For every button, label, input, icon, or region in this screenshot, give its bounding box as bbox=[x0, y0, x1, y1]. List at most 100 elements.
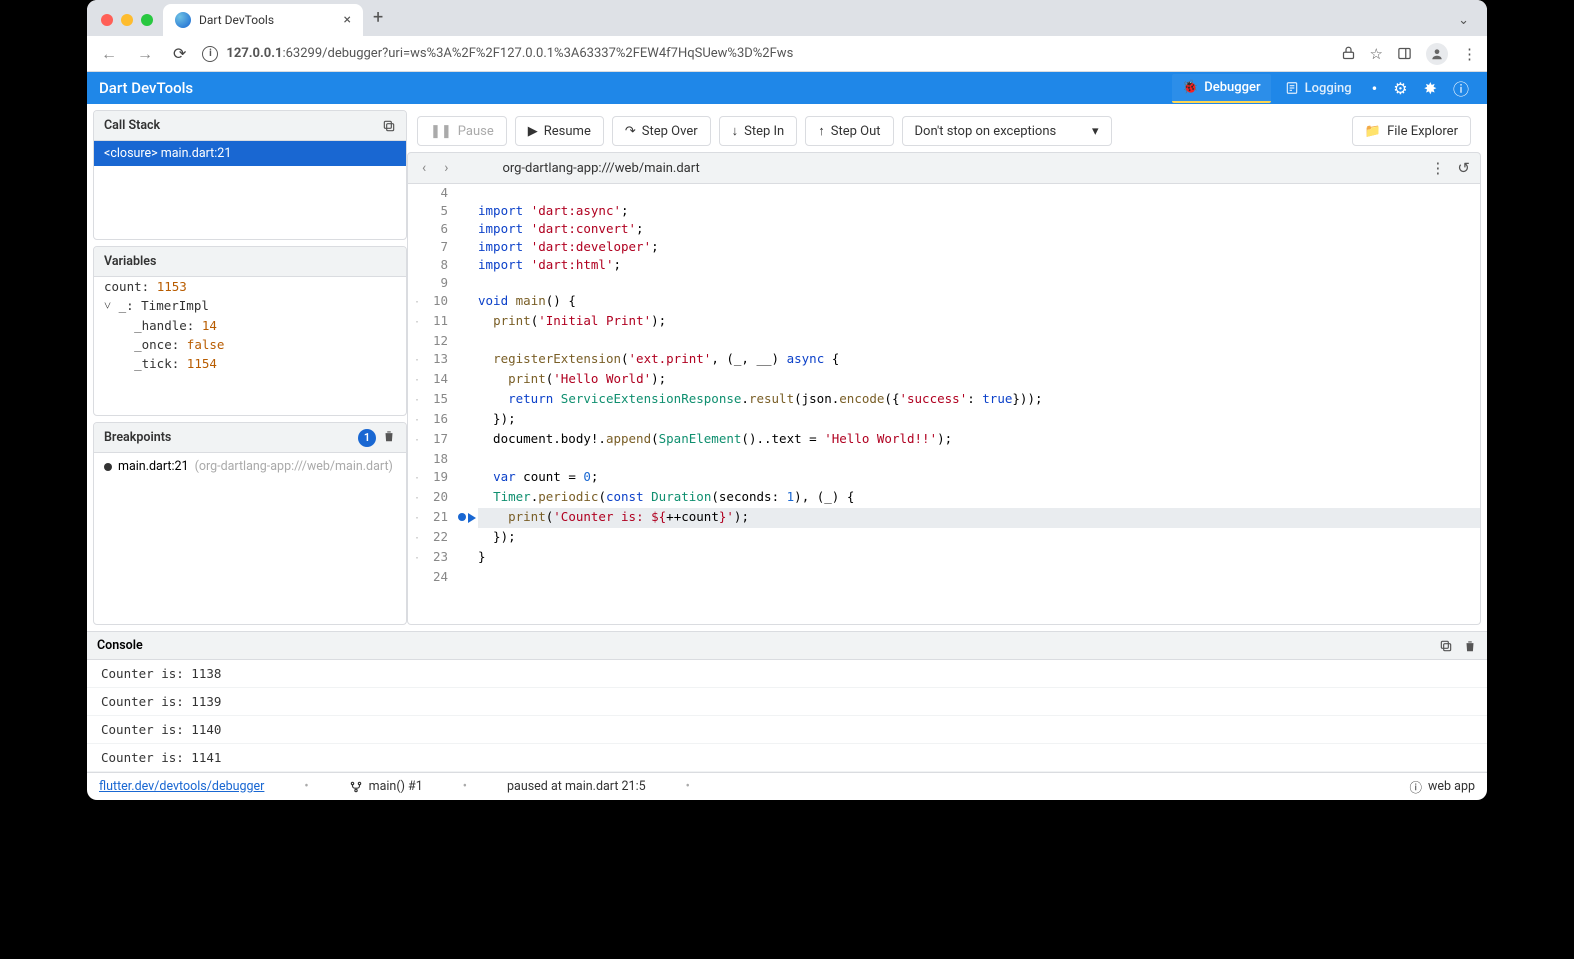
back-button[interactable]: ← bbox=[97, 44, 121, 64]
url-host: 127.0.0.1 bbox=[226, 46, 282, 61]
callstack-header: Call Stack bbox=[104, 118, 160, 133]
bookmark-icon[interactable]: ☆ bbox=[1370, 45, 1383, 63]
window-controls bbox=[95, 14, 163, 36]
console-log-line: Counter is: 1139 bbox=[87, 688, 1487, 716]
tab-title: Dart DevTools bbox=[199, 13, 274, 27]
tab-logging[interactable]: Logging bbox=[1275, 75, 1362, 102]
app-title: Dart DevTools bbox=[99, 79, 193, 97]
breakpoints-header: Breakpoints bbox=[104, 430, 171, 445]
source-line[interactable]: ·17 document.body!.append(SpanElement().… bbox=[408, 430, 1480, 450]
source-line[interactable]: ·14 print('Hello World'); bbox=[408, 370, 1480, 390]
variable-row[interactable]: _once: false bbox=[94, 335, 406, 354]
new-tab-button[interactable]: + bbox=[363, 7, 393, 36]
docs-link[interactable]: flutter.dev/devtools/debugger bbox=[99, 779, 264, 794]
variable-row[interactable]: count: 1153 bbox=[94, 277, 406, 296]
browser-tab[interactable]: Dart DevTools × bbox=[163, 4, 363, 36]
step-over-button[interactable]: ↷Step Over bbox=[612, 116, 711, 146]
reload-button[interactable]: ⟳ bbox=[169, 44, 190, 63]
forward-button[interactable]: → bbox=[133, 44, 157, 64]
variable-row[interactable]: _handle: 14 bbox=[94, 316, 406, 335]
more-icon[interactable]: ⋮ bbox=[1430, 159, 1445, 177]
copy-icon[interactable] bbox=[382, 119, 396, 133]
debugger-toolbar: ❚❚Pause ▶Resume ↷Step Over ↓Step In ↑Ste… bbox=[407, 110, 1481, 152]
profile-avatar-icon[interactable] bbox=[1426, 43, 1448, 65]
source-path: org-dartlang-app:///web/main.dart bbox=[502, 161, 699, 176]
branch-icon bbox=[349, 780, 363, 794]
source-view[interactable]: 4 5import 'dart:async';6import 'dart:con… bbox=[407, 184, 1481, 625]
status-paused: paused at main.dart 21:5 bbox=[507, 779, 646, 794]
variable-row[interactable]: ˅ _: TimerImpl bbox=[94, 296, 406, 316]
address-bar: ← → ⟳ i 127.0.0.1:63299/debugger?uri=ws%… bbox=[87, 36, 1487, 72]
status-dot-icon: • bbox=[1366, 79, 1384, 98]
step-out-button[interactable]: ↑Step Out bbox=[805, 116, 893, 146]
variables-header: Variables bbox=[104, 254, 156, 269]
tabs-dropdown-icon[interactable]: ⌄ bbox=[1448, 13, 1479, 36]
source-line[interactable]: ·23} bbox=[408, 548, 1480, 568]
source-line[interactable]: 4 bbox=[408, 184, 1480, 202]
pause-button[interactable]: ❚❚Pause bbox=[417, 116, 507, 146]
console-log-line: Counter is: 1141 bbox=[87, 744, 1487, 772]
callstack-frame[interactable]: <closure> main.dart:21 bbox=[94, 141, 406, 166]
callstack-panel: Call Stack <closure> main.dart:21 bbox=[93, 110, 407, 240]
settings-icon[interactable]: ⚙ bbox=[1387, 79, 1413, 98]
browser-tabbar: Dart DevTools × + ⌄ bbox=[87, 0, 1487, 36]
console-log-line: Counter is: 1140 bbox=[87, 716, 1487, 744]
source-line[interactable]: ·10void main() { bbox=[408, 292, 1480, 312]
console-header: Console bbox=[97, 638, 143, 653]
source-line[interactable]: 18 bbox=[408, 450, 1480, 468]
source-line[interactable]: 12 bbox=[408, 332, 1480, 350]
console-panel: Console Counter is: 1138Counter is: 1139… bbox=[87, 631, 1487, 772]
source-line[interactable]: ·20 Timer.periodic(const Duration(second… bbox=[408, 488, 1480, 508]
close-window-icon[interactable] bbox=[101, 14, 113, 26]
kebab-menu-icon[interactable]: ⋮ bbox=[1462, 45, 1477, 63]
source-line[interactable]: ·13 registerExtension('ext.print', (_, _… bbox=[408, 350, 1480, 370]
source-forward-icon[interactable]: › bbox=[440, 160, 452, 176]
site-info-icon[interactable]: i bbox=[202, 46, 218, 62]
step-in-button[interactable]: ↓Step In bbox=[719, 116, 798, 146]
status-bar: flutter.dev/devtools/debugger • main() #… bbox=[87, 772, 1487, 800]
source-line[interactable]: ·15 return ServiceExtensionResponse.resu… bbox=[408, 390, 1480, 410]
info-icon: ⓘ bbox=[1410, 777, 1423, 796]
console-log-line: Counter is: 1138 bbox=[87, 660, 1487, 688]
source-line[interactable]: 7import 'dart:developer'; bbox=[408, 238, 1480, 256]
tab-close-icon[interactable]: × bbox=[344, 12, 351, 28]
delete-icon[interactable] bbox=[382, 429, 396, 447]
share-icon[interactable] bbox=[1341, 46, 1356, 61]
minimize-window-icon[interactable] bbox=[121, 14, 133, 26]
exceptions-dropdown[interactable]: Don't stop on exceptions▾ bbox=[902, 116, 1112, 146]
source-nav: ‹ › org-dartlang-app:///web/main.dart ⋮ … bbox=[407, 152, 1481, 184]
source-line[interactable]: 8import 'dart:html'; bbox=[408, 256, 1480, 274]
source-line[interactable]: ·16 }); bbox=[408, 410, 1480, 430]
chevron-down-icon: ▾ bbox=[1092, 124, 1099, 139]
panel-icon[interactable] bbox=[1397, 46, 1412, 61]
status-target: web app bbox=[1428, 779, 1475, 794]
file-explorer-button[interactable]: 📁File Explorer bbox=[1352, 116, 1471, 146]
url-field[interactable]: i 127.0.0.1:63299/debugger?uri=ws%3A%2F%… bbox=[202, 46, 1328, 62]
resume-button[interactable]: ▶Resume bbox=[515, 116, 604, 146]
history-icon[interactable]: ↺ bbox=[1457, 159, 1470, 177]
source-line[interactable]: 9 bbox=[408, 274, 1480, 292]
extensions-icon[interactable]: ✸ bbox=[1418, 79, 1443, 98]
tab-debugger[interactable]: 🐞 Debugger bbox=[1172, 74, 1270, 103]
breakpoint-dot-icon bbox=[104, 463, 112, 471]
maximize-window-icon[interactable] bbox=[141, 14, 153, 26]
breakpoint-item[interactable]: main.dart:21 (org-dartlang-app:///web/ma… bbox=[94, 453, 406, 480]
status-func: main() #1 bbox=[369, 779, 423, 794]
source-line[interactable]: ·19 var count = 0; bbox=[408, 468, 1480, 488]
url-path: :63299/debugger?uri=ws%3A%2F%2F127.0.0.1… bbox=[282, 46, 793, 61]
variables-panel: Variables count: 1153˅ _: TimerImpl _han… bbox=[93, 246, 407, 416]
source-line[interactable]: 5import 'dart:async'; bbox=[408, 202, 1480, 220]
variable-row[interactable]: _tick: 1154 bbox=[94, 354, 406, 373]
copy-icon[interactable] bbox=[1439, 639, 1453, 653]
folder-icon: 📁 bbox=[1365, 124, 1381, 139]
help-icon[interactable]: ⓘ bbox=[1447, 76, 1475, 100]
source-back-icon[interactable]: ‹ bbox=[418, 160, 430, 176]
source-line[interactable]: ·21 print('Counter is: ${++count}'); bbox=[408, 508, 1480, 528]
source-line[interactable]: 24 bbox=[408, 568, 1480, 586]
delete-icon[interactable] bbox=[1463, 639, 1477, 653]
breakpoints-count-badge: 1 bbox=[358, 429, 376, 447]
source-line[interactable]: 6import 'dart:convert'; bbox=[408, 220, 1480, 238]
source-line[interactable]: ·11 print('Initial Print'); bbox=[408, 312, 1480, 332]
app-header: Dart DevTools 🐞 Debugger Logging • ⚙ ✸ ⓘ bbox=[87, 72, 1487, 104]
source-line[interactable]: ·22 }); bbox=[408, 528, 1480, 548]
